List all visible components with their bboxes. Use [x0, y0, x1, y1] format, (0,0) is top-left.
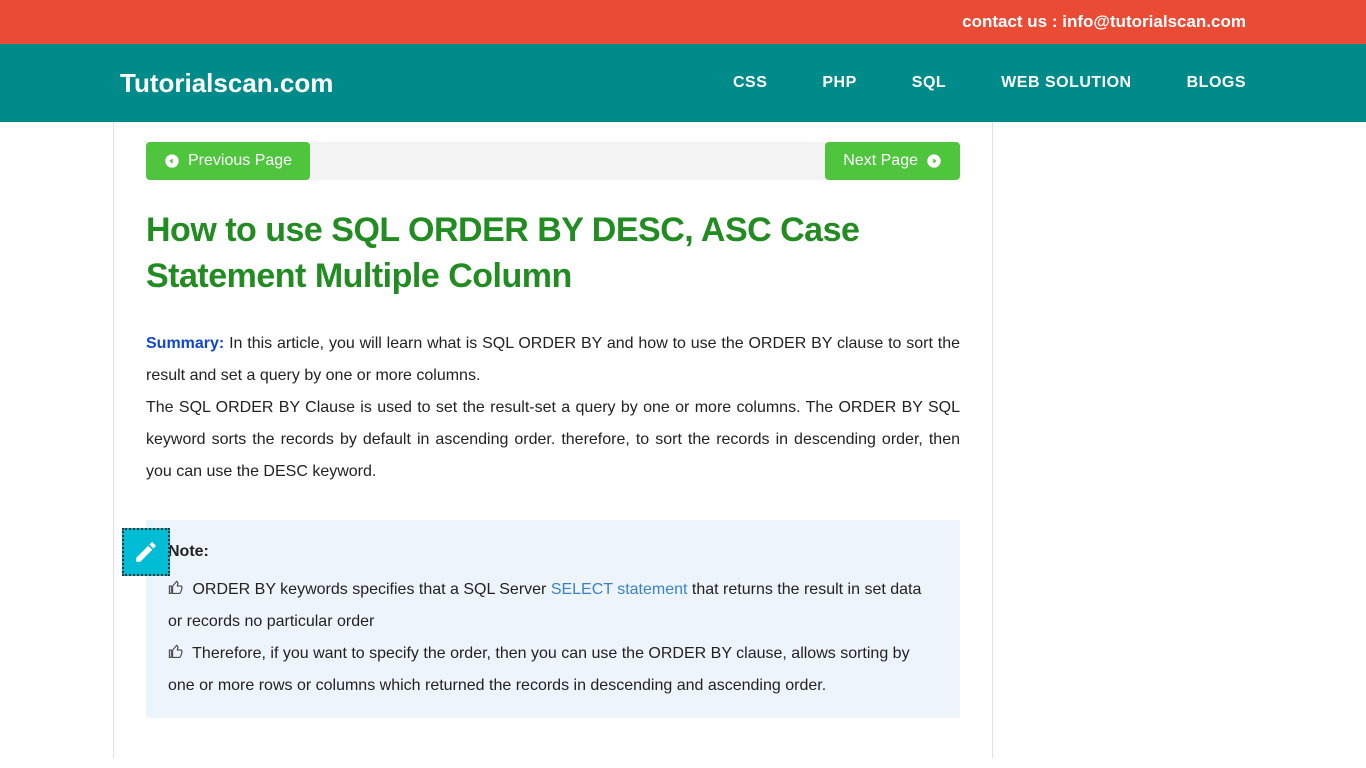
main-nav: Tutorialscan.com CSS PHP SQL WEB SOLUTIO… — [0, 44, 1366, 122]
note-point-2: Therefore, if you want to specify the or… — [168, 638, 938, 702]
summary-paragraph: Summary: In this article, you will learn… — [146, 328, 960, 392]
note-point-1a: ORDER BY keywords specifies that a SQL S… — [192, 581, 550, 598]
prev-label: Previous Page — [188, 152, 292, 170]
previous-page-button[interactable]: Previous Page — [146, 142, 310, 180]
arrow-right-icon — [926, 153, 942, 169]
select-statement-link[interactable]: SELECT statement — [551, 581, 688, 598]
arrow-left-icon — [164, 153, 180, 169]
sidebar — [993, 122, 1253, 758]
nav-link-sql[interactable]: SQL — [912, 74, 946, 92]
main-content: Previous Page Next Page How to use SQL O… — [113, 122, 993, 758]
nav-link-php[interactable]: PHP — [822, 74, 856, 92]
summary-label: Summary: — [146, 335, 224, 352]
note-heading: Note: — [168, 536, 938, 568]
pencil-icon — [133, 539, 159, 565]
thumbs-up-icon — [168, 644, 184, 660]
note-point-1: ORDER BY keywords specifies that a SQL S… — [168, 574, 938, 638]
next-page-button[interactable]: Next Page — [825, 142, 960, 180]
intro-paragraph: The SQL ORDER BY Clause is used to set t… — [146, 392, 960, 488]
summary-text: In this article, you will learn what is … — [146, 335, 960, 384]
note-icon-badge — [122, 528, 170, 576]
pager: Previous Page Next Page — [146, 142, 960, 180]
next-label: Next Page — [843, 152, 918, 170]
nav-link-blogs[interactable]: BLOGS — [1187, 74, 1246, 92]
nav-links: CSS PHP SQL WEB SOLUTION BLOGS — [733, 74, 1246, 92]
contact-text: contact us : info@tutorialscan.com — [962, 12, 1246, 32]
nav-link-web-solution[interactable]: WEB SOLUTION — [1001, 74, 1131, 92]
nav-link-css[interactable]: CSS — [733, 74, 767, 92]
note-box: Note: ORDER BY keywords specifies that a… — [146, 520, 960, 718]
note-point-2-text: Therefore, if you want to specify the or… — [168, 645, 910, 694]
page-title: How to use SQL ORDER BY DESC, ASC Case S… — [146, 208, 960, 300]
article-body: Summary: In this article, you will learn… — [146, 328, 960, 488]
site-logo[interactable]: Tutorialscan.com — [120, 68, 333, 99]
top-contact-bar: contact us : info@tutorialscan.com — [0, 0, 1366, 44]
thumbs-up-icon — [168, 580, 184, 596]
